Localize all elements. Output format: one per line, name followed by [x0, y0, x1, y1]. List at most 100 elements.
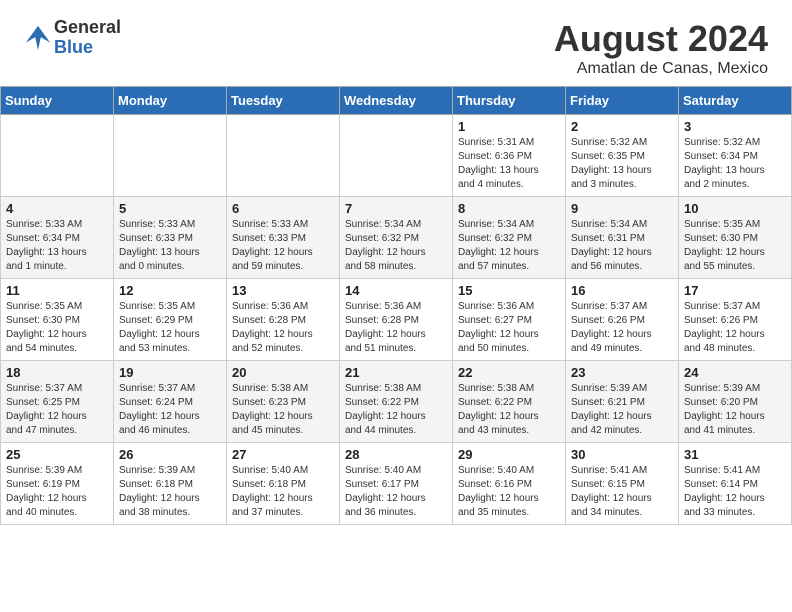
day-number: 20 [232, 365, 334, 380]
table-row: 22Sunrise: 5:38 AMSunset: 6:22 PMDayligh… [453, 361, 566, 443]
table-row: 11Sunrise: 5:35 AMSunset: 6:30 PMDayligh… [1, 279, 114, 361]
table-row: 24 Sunrise: 5:39 AMSunset: 6:20 PMDayligh… [679, 361, 792, 443]
day-number: 22 [458, 365, 560, 380]
col-tuesday: Tuesday [227, 87, 340, 115]
col-thursday: Thursday [453, 87, 566, 115]
table-row: 26 Sunrise: 5:39 AMSunset: 6:18 PMDayligh… [114, 443, 227, 525]
table-row: 3Sunrise: 5:32 AMSunset: 6:34 PMDaylight… [679, 115, 792, 197]
col-wednesday: Wednesday [340, 87, 453, 115]
day-number: 4 [6, 201, 108, 216]
day-number: 8 [458, 201, 560, 216]
table-row: 12 Sunrise: 5:35 AMSunset: 6:29 PMDayligh… [114, 279, 227, 361]
day-info: Sunrise: 5:37 AMSunset: 6:25 PMDaylight:… [6, 382, 108, 438]
day-info: Sunrise: 5:41 AMSunset: 6:15 PMDaylight:… [571, 464, 673, 520]
location: Amatlan de Canas, Mexico [554, 60, 768, 78]
day-number: 26 [119, 447, 221, 462]
table-row: 5 Sunrise: 5:33 AMSunset: 6:33 PMDaylight… [114, 197, 227, 279]
day-number: 14 [345, 283, 447, 298]
day-info: Sunrise: 5:38 AMSunset: 6:22 PMDaylight:… [345, 382, 447, 438]
day-info: Sunrise: 5:39 AMSunset: 6:18 PMDaylight:… [119, 464, 221, 520]
table-row: 25 Sunrise: 5:39 AMSunset: 6:19 PMDayligh… [1, 443, 114, 525]
table-row: 10Sunrise: 5:35 AMSunset: 6:30 PMDayligh… [679, 197, 792, 279]
table-row: 8 Sunrise: 5:34 AMSunset: 6:32 PMDaylight… [453, 197, 566, 279]
day-info: Sunrise: 5:37 AMSunset: 6:24 PMDaylight:… [119, 382, 221, 438]
col-friday: Friday [566, 87, 679, 115]
day-number: 27 [232, 447, 334, 462]
day-number: 25 [6, 447, 108, 462]
day-number: 10 [684, 201, 786, 216]
calendar-week-row: 25 Sunrise: 5:39 AMSunset: 6:19 PMDayligh… [1, 443, 792, 525]
day-number: 1 [458, 119, 560, 134]
table-row: 15Sunrise: 5:36 AMSunset: 6:27 PMDayligh… [453, 279, 566, 361]
day-info: Sunrise: 5:40 AMSunset: 6:17 PMDaylight:… [345, 464, 447, 520]
col-monday: Monday [114, 87, 227, 115]
day-info: Sunrise: 5:39 AMSunset: 6:19 PMDaylight:… [6, 464, 108, 520]
table-row: 27 Sunrise: 5:40 AMSunset: 6:18 PMDayligh… [227, 443, 340, 525]
month-year: August 2024 [554, 18, 768, 60]
table-row: 19 Sunrise: 5:37 AMSunset: 6:24 PMDayligh… [114, 361, 227, 443]
day-number: 18 [6, 365, 108, 380]
calendar-week-row: 18 Sunrise: 5:37 AMSunset: 6:25 PMDayligh… [1, 361, 792, 443]
day-info: Sunrise: 5:33 AMSunset: 6:33 PMDaylight:… [232, 218, 334, 274]
table-row: 23 Sunrise: 5:39 AMSunset: 6:21 PMDayligh… [566, 361, 679, 443]
day-number: 2 [571, 119, 673, 134]
logo-icon [24, 24, 52, 52]
day-info: Sunrise: 5:34 AMSunset: 6:32 PMDaylight:… [458, 218, 560, 274]
day-number: 7 [345, 201, 447, 216]
table-row [227, 115, 340, 197]
day-number: 12 [119, 283, 221, 298]
day-number: 31 [684, 447, 786, 462]
table-row: 16Sunrise: 5:37 AMSunset: 6:26 PMDayligh… [566, 279, 679, 361]
day-info: Sunrise: 5:33 AMSunset: 6:34 PMDaylight:… [6, 218, 108, 274]
day-number: 28 [345, 447, 447, 462]
day-number: 3 [684, 119, 786, 134]
table-row: 1 Sunrise: 5:31 AMSunset: 6:36 PMDaylight… [453, 115, 566, 197]
calendar: Sunday Monday Tuesday Wednesday Thursday… [0, 86, 792, 525]
day-number: 19 [119, 365, 221, 380]
table-row: 31 Sunrise: 5:41 AMSunset: 6:14 PMDayligh… [679, 443, 792, 525]
col-sunday: Sunday [1, 87, 114, 115]
day-info: Sunrise: 5:32 AMSunset: 6:35 PMDaylight:… [571, 136, 673, 192]
table-row: 2 Sunrise: 5:32 AMSunset: 6:35 PMDaylight… [566, 115, 679, 197]
table-row: 9 Sunrise: 5:34 AMSunset: 6:31 PMDaylight… [566, 197, 679, 279]
day-info: Sunrise: 5:36 AMSunset: 6:27 PMDaylight:… [458, 300, 560, 356]
day-info: Sunrise: 5:34 AMSunset: 6:32 PMDaylight:… [345, 218, 447, 274]
table-row: 18 Sunrise: 5:37 AMSunset: 6:25 PMDayligh… [1, 361, 114, 443]
logo-blue-text: Blue [54, 38, 121, 58]
day-number: 6 [232, 201, 334, 216]
day-info: Sunrise: 5:40 AMSunset: 6:16 PMDaylight:… [458, 464, 560, 520]
table-row: 7 Sunrise: 5:34 AMSunset: 6:32 PMDaylight… [340, 197, 453, 279]
day-info: Sunrise: 5:41 AMSunset: 6:14 PMDaylight:… [684, 464, 786, 520]
day-number: 5 [119, 201, 221, 216]
day-number: 9 [571, 201, 673, 216]
day-info: Sunrise: 5:36 AMSunset: 6:28 PMDaylight:… [232, 300, 334, 356]
table-row [340, 115, 453, 197]
day-info: Sunrise: 5:39 AMSunset: 6:21 PMDaylight:… [571, 382, 673, 438]
day-info: Sunrise: 5:35 AMSunset: 6:29 PMDaylight:… [119, 300, 221, 356]
day-info: Sunrise: 5:40 AMSunset: 6:18 PMDaylight:… [232, 464, 334, 520]
day-number: 24 [684, 365, 786, 380]
calendar-week-row: 1 Sunrise: 5:31 AMSunset: 6:36 PMDaylight… [1, 115, 792, 197]
day-info: Sunrise: 5:35 AMSunset: 6:30 PMDaylight:… [6, 300, 108, 356]
header: General Blue August 2024 Amatlan de Cana… [0, 0, 792, 86]
table-row: 17Sunrise: 5:37 AMSunset: 6:26 PMDayligh… [679, 279, 792, 361]
day-info: Sunrise: 5:34 AMSunset: 6:31 PMDaylight:… [571, 218, 673, 274]
day-number: 29 [458, 447, 560, 462]
day-number: 13 [232, 283, 334, 298]
table-row: 30Sunrise: 5:41 AMSunset: 6:15 PMDayligh… [566, 443, 679, 525]
table-row: 6 Sunrise: 5:33 AMSunset: 6:33 PMDaylight… [227, 197, 340, 279]
calendar-week-row: 11Sunrise: 5:35 AMSunset: 6:30 PMDayligh… [1, 279, 792, 361]
table-row: 21Sunrise: 5:38 AMSunset: 6:22 PMDayligh… [340, 361, 453, 443]
day-info: Sunrise: 5:37 AMSunset: 6:26 PMDaylight:… [571, 300, 673, 356]
day-number: 23 [571, 365, 673, 380]
table-row: 28 Sunrise: 5:40 AMSunset: 6:17 PMDayligh… [340, 443, 453, 525]
table-row: 20Sunrise: 5:38 AMSunset: 6:23 PMDayligh… [227, 361, 340, 443]
col-saturday: Saturday [679, 87, 792, 115]
title-block: August 2024 Amatlan de Canas, Mexico [554, 18, 768, 78]
day-info: Sunrise: 5:33 AMSunset: 6:33 PMDaylight:… [119, 218, 221, 274]
day-number: 17 [684, 283, 786, 298]
table-row [114, 115, 227, 197]
day-info: Sunrise: 5:36 AMSunset: 6:28 PMDaylight:… [345, 300, 447, 356]
day-info: Sunrise: 5:39 AMSunset: 6:20 PMDaylight:… [684, 382, 786, 438]
day-info: Sunrise: 5:31 AMSunset: 6:36 PMDaylight:… [458, 136, 560, 192]
